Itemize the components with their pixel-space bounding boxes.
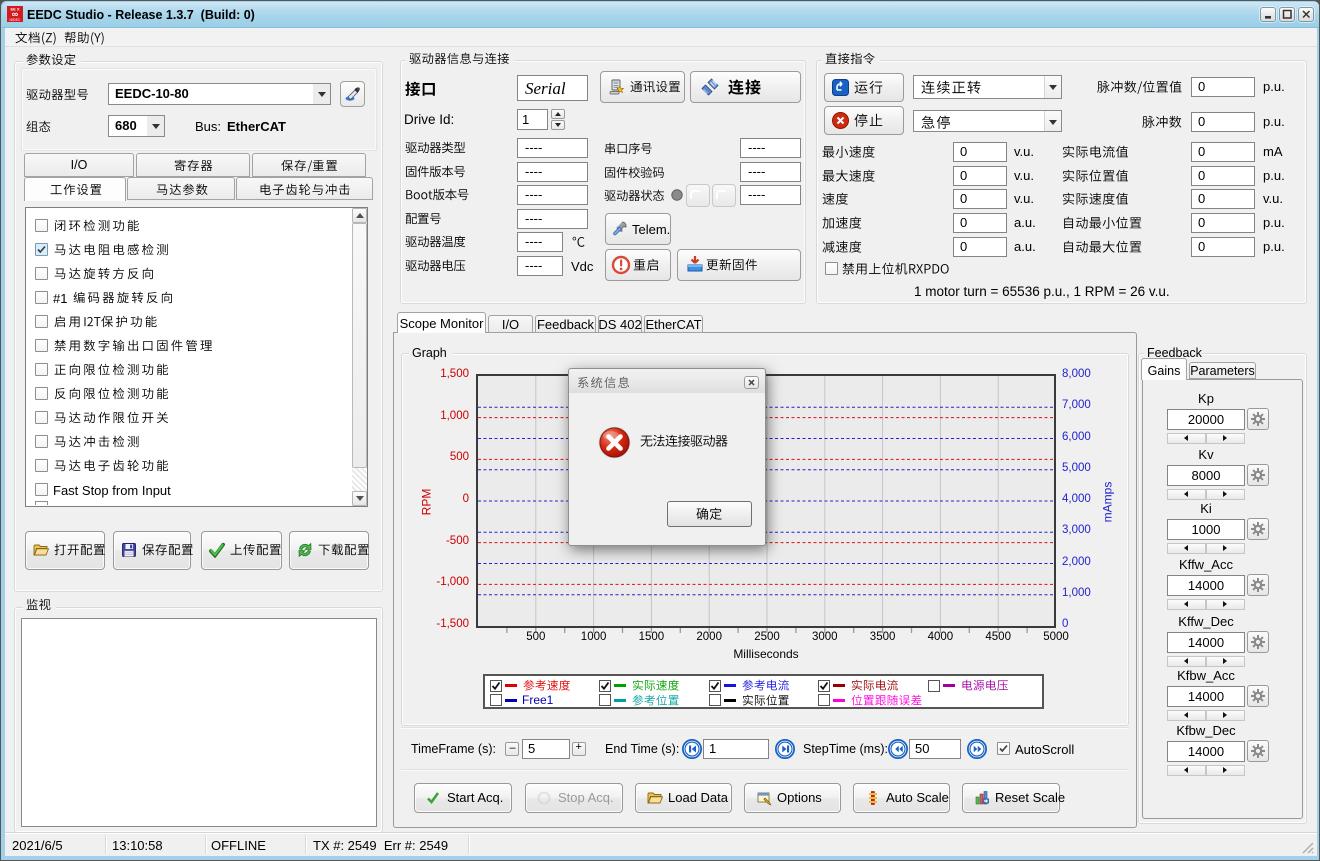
svg-text:NIDEC: NIDEC <box>10 18 21 22</box>
